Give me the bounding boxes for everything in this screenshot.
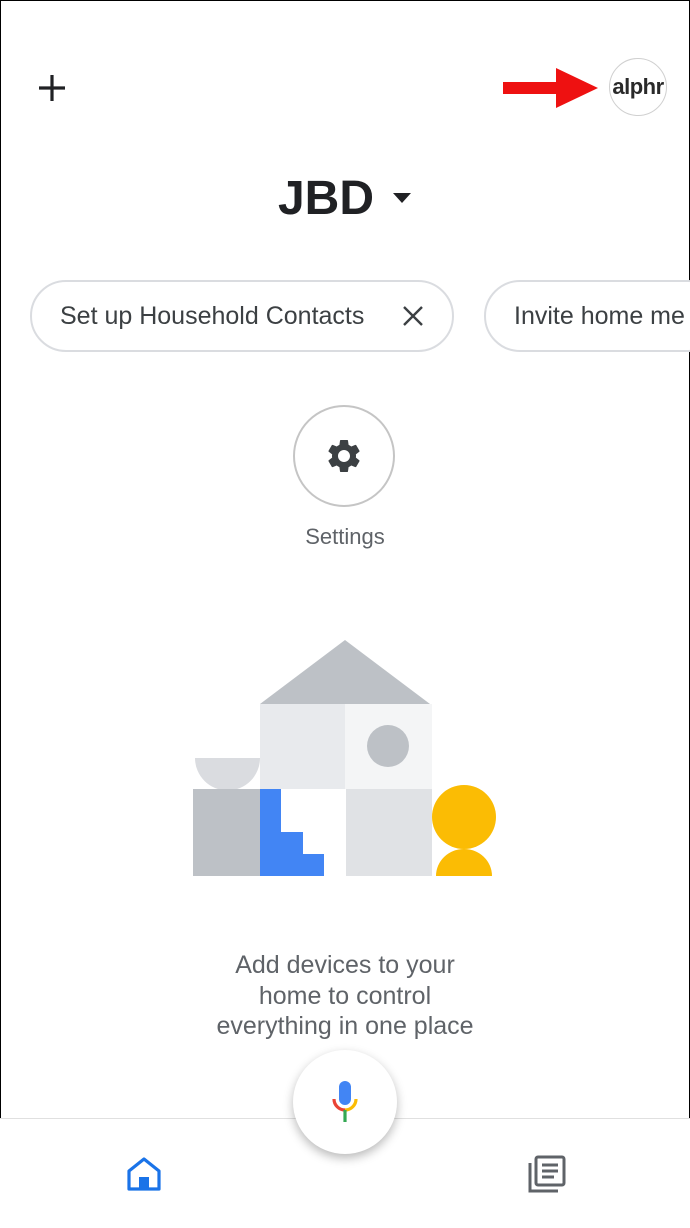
empty-home-illustration bbox=[193, 640, 496, 876]
settings-label: Settings bbox=[305, 524, 385, 549]
feed-icon[interactable] bbox=[526, 1153, 568, 1195]
avatar-text: alphr bbox=[612, 74, 664, 99]
voice-assistant-button[interactable] bbox=[293, 1050, 397, 1154]
chip-household-contacts[interactable]: Set up Household Contacts bbox=[30, 280, 454, 352]
account-avatar[interactable]: alphr bbox=[609, 58, 667, 116]
home-name: JBD bbox=[277, 171, 375, 225]
mic-icon bbox=[332, 1081, 358, 1122]
settings-button[interactable] bbox=[293, 405, 395, 507]
close-icon[interactable] bbox=[402, 305, 424, 327]
caret-down-icon bbox=[393, 193, 412, 203]
plus-icon[interactable] bbox=[36, 72, 68, 104]
empty-state-line: Add devices to your bbox=[235, 951, 455, 979]
annotation-arrow bbox=[503, 68, 598, 108]
empty-state-message: Add devices to your home to control ever… bbox=[145, 950, 545, 1042]
chip-label: Invite home me bbox=[514, 301, 685, 330]
chip-label: Set up Household Contacts bbox=[60, 301, 365, 330]
empty-state-line: everything in one place bbox=[216, 1012, 474, 1040]
home-selector[interactable]: JBD bbox=[0, 168, 690, 228]
gear-icon bbox=[328, 439, 360, 472]
home-icon[interactable] bbox=[124, 1154, 164, 1194]
chip-invite-home-member[interactable]: Invite home me bbox=[484, 280, 690, 352]
empty-state-line: home to control bbox=[258, 981, 432, 1010]
